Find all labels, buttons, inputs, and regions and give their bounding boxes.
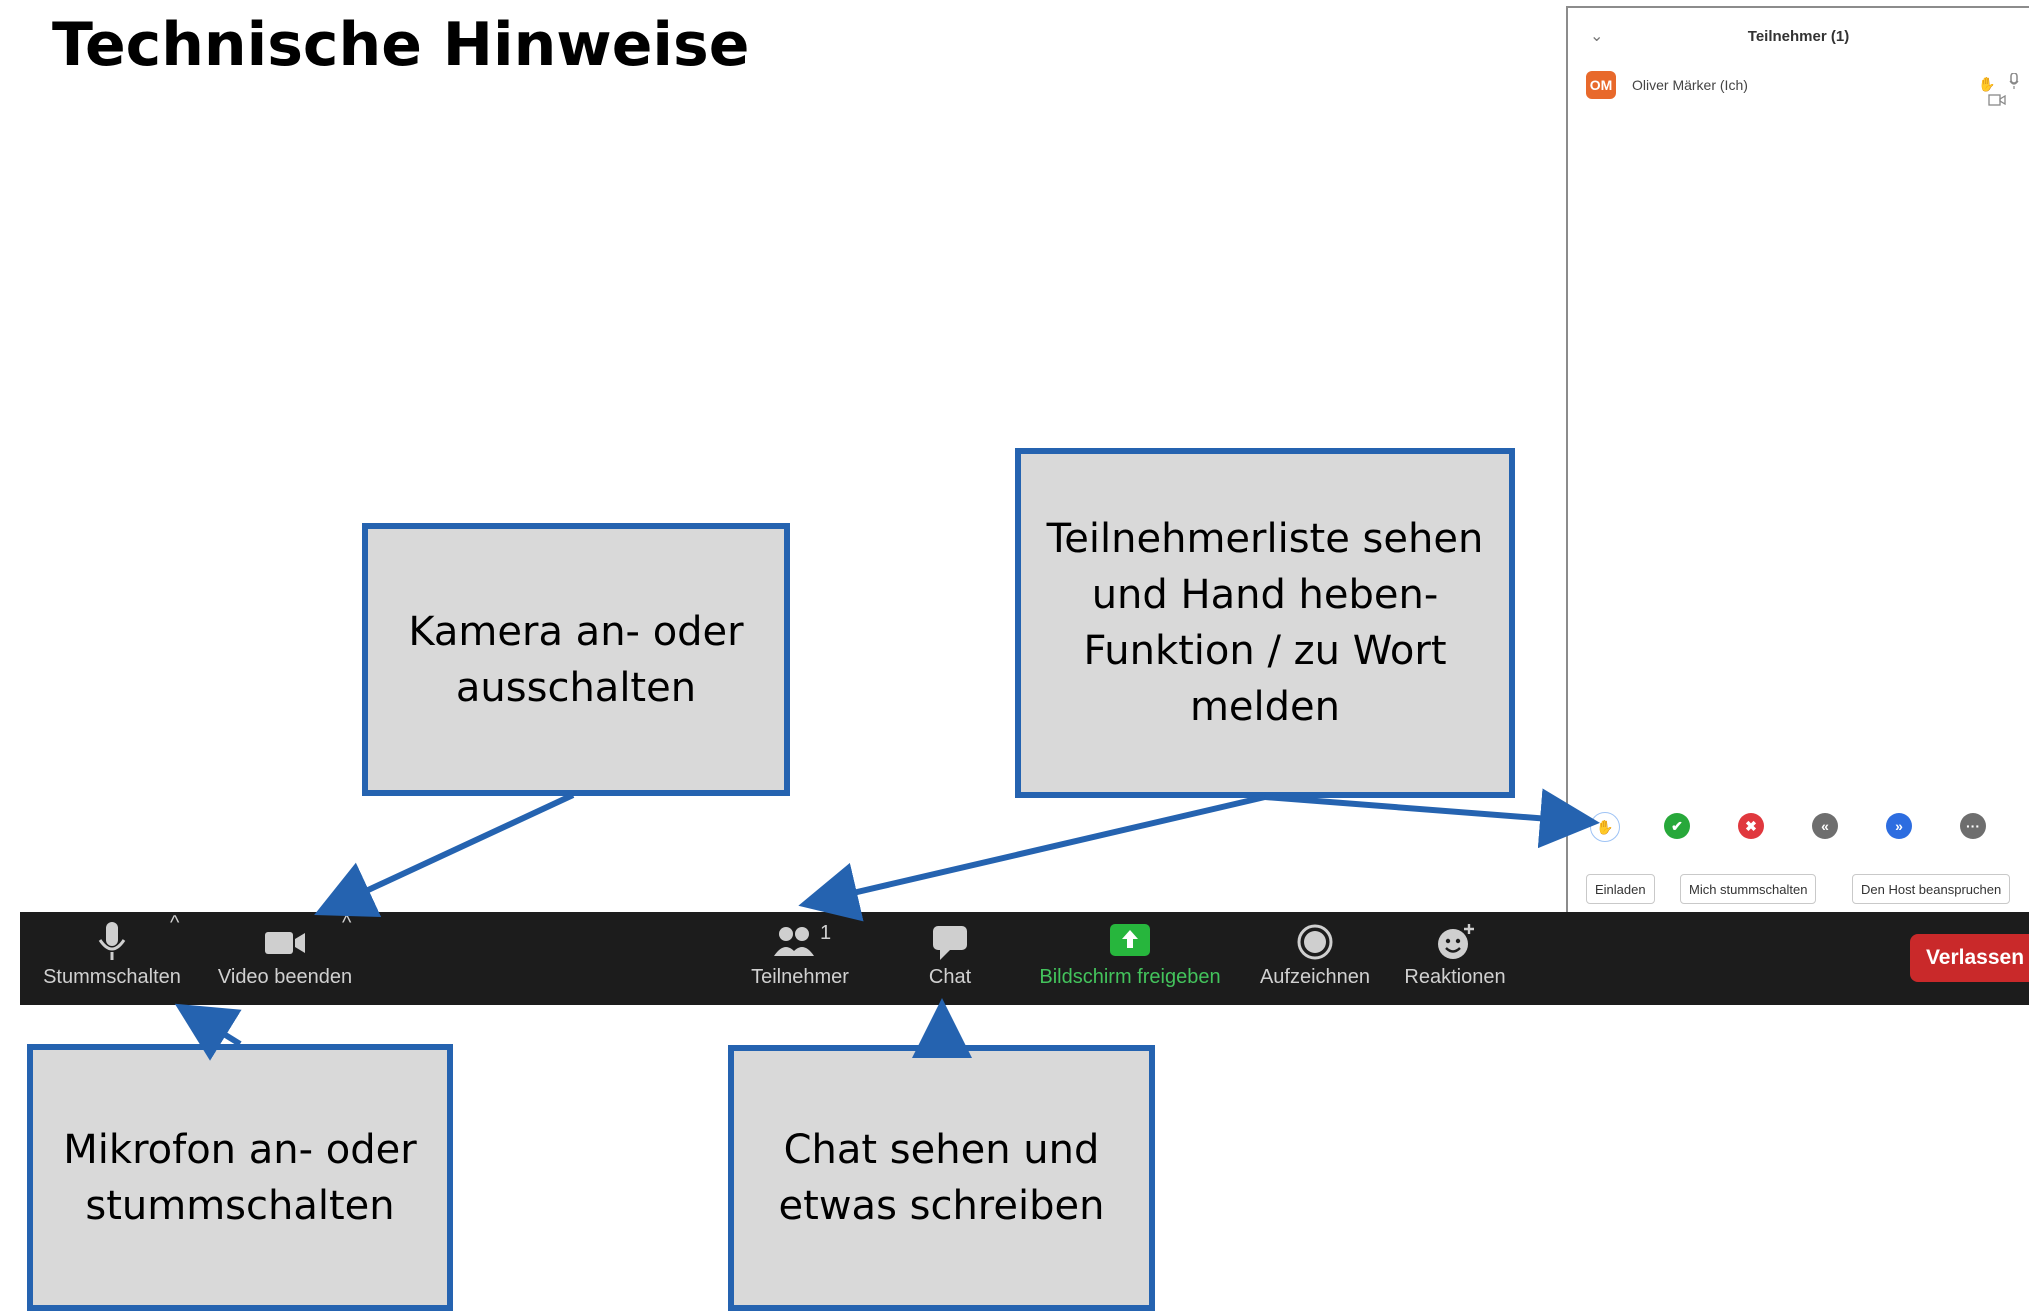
arrow-participants-toolbar [798, 794, 1266, 922]
callout-arrows [174, 788, 1600, 1061]
arrow-camera [314, 792, 575, 918]
arrow-participants-raise-hand [1264, 788, 1600, 849]
arrow-microphone [174, 1003, 242, 1061]
